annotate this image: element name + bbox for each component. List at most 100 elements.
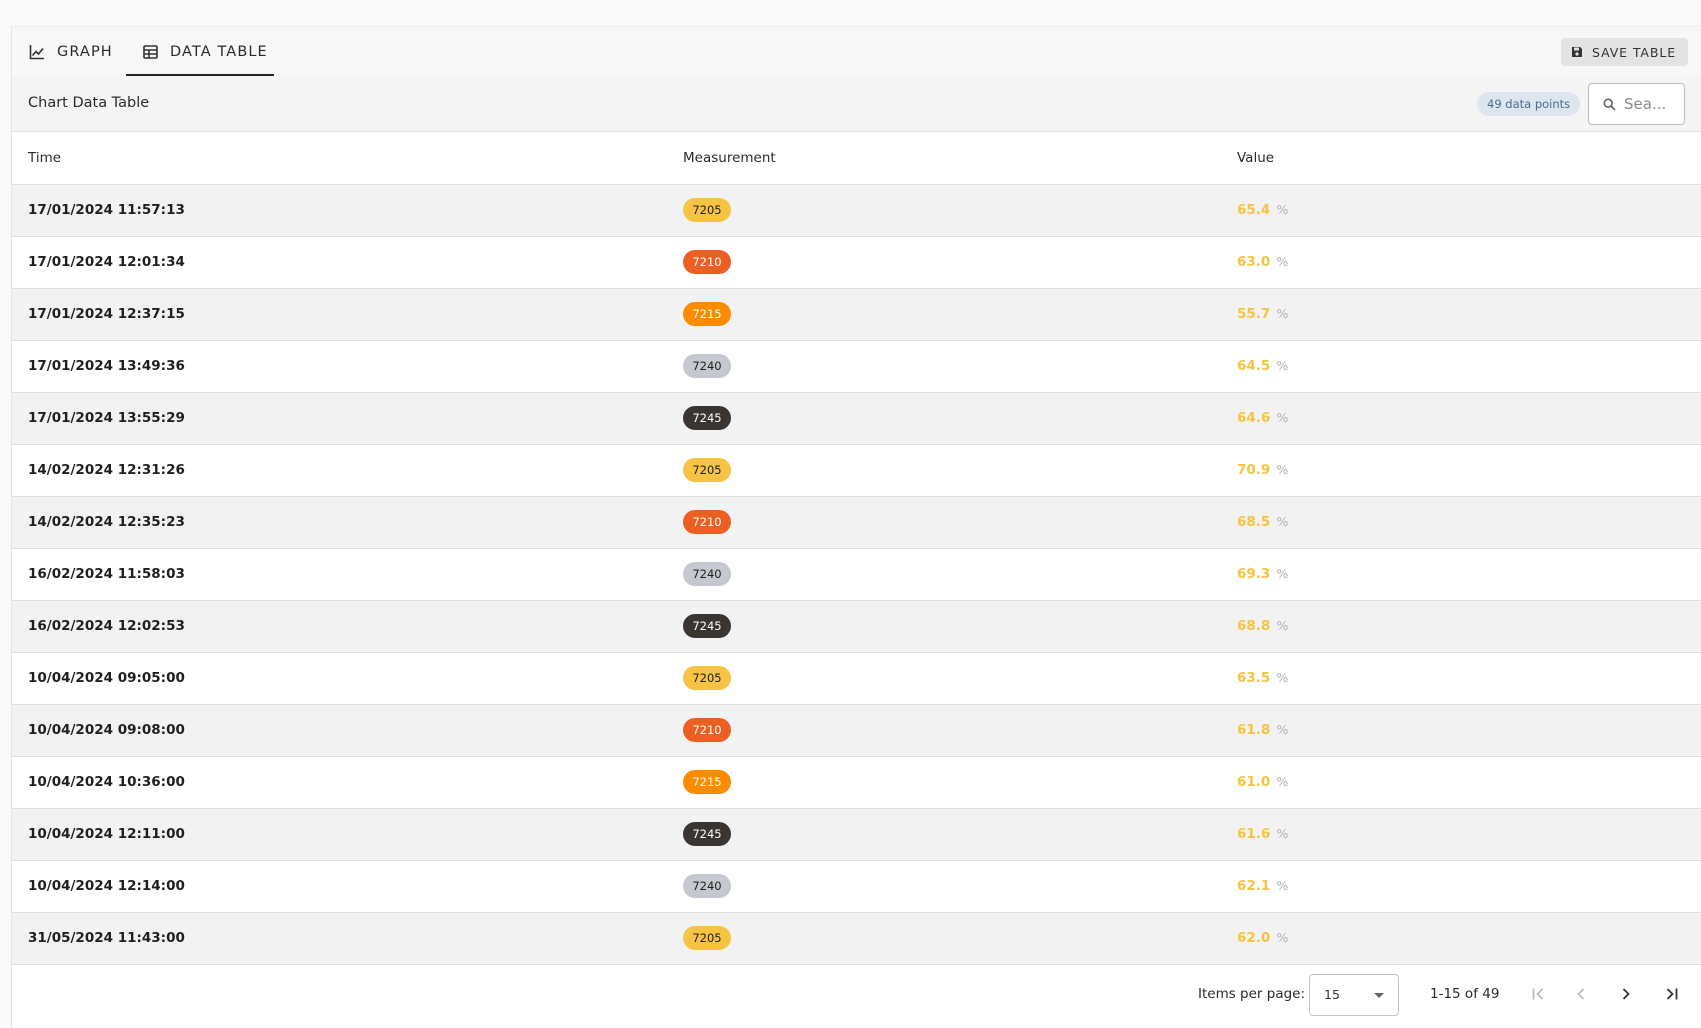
cell-value: 61.8% (1221, 704, 1701, 756)
cell-time: 14/02/2024 12:31:26 (28, 462, 185, 478)
column-header-value[interactable]: Value (1221, 132, 1701, 184)
chart-line-icon (29, 44, 44, 59)
value-number: 61.0 (1237, 774, 1271, 790)
table-row[interactable]: 17/01/2024 12:37:15 7215 55.7% (12, 288, 1701, 340)
cell-measurement: 7210 (667, 496, 1221, 548)
table-row[interactable]: 17/01/2024 12:01:34 7210 63.0% (12, 236, 1701, 288)
cell-value: 64.5% (1221, 340, 1701, 392)
measurement-chip: 7240 (683, 354, 731, 378)
value-number: 64.5 (1237, 358, 1271, 374)
cell-measurement: 7215 (667, 756, 1221, 808)
column-header-time[interactable]: Time (12, 132, 667, 184)
table-header-bar: Chart Data Table 49 data points (12, 76, 1701, 132)
measurement-chip: 7240 (683, 874, 731, 898)
cell-time: 10/04/2024 12:11:00 (28, 826, 185, 842)
table-row[interactable]: 17/01/2024 11:57:13 7205 65.4% (12, 184, 1701, 236)
dropdown-caret-icon (1374, 992, 1384, 998)
items-per-page-select[interactable]: 15 (1309, 973, 1399, 1016)
table-row[interactable]: 16/02/2024 11:58:03 7240 69.3% (12, 548, 1701, 600)
value-number: 61.6 (1237, 826, 1271, 842)
cell-measurement: 7245 (667, 600, 1221, 652)
value-unit: % (1276, 514, 1289, 529)
previous-page-button[interactable] (1569, 982, 1593, 1006)
value-number: 68.5 (1237, 514, 1271, 530)
next-page-icon (1622, 987, 1630, 1000)
table-row[interactable]: 17/01/2024 13:49:36 7240 64.5% (12, 340, 1701, 392)
cell-measurement: 7215 (667, 288, 1221, 340)
save-table-button[interactable]: SAVE TABLE (1561, 38, 1688, 66)
table-row[interactable]: 31/05/2024 11:43:00 7205 62.0% (12, 912, 1701, 964)
cell-time: 10/04/2024 10:36:00 (28, 774, 185, 790)
measurement-chip: 7205 (683, 926, 731, 950)
table-row[interactable]: 10/04/2024 10:36:00 7215 61.0% (12, 756, 1701, 808)
value-unit: % (1276, 566, 1289, 581)
table-row[interactable]: 10/04/2024 09:08:00 7210 61.8% (12, 704, 1701, 756)
tab-data-table[interactable]: DATA TABLE (126, 27, 274, 76)
cell-value: 61.0% (1221, 756, 1701, 808)
cell-value: 70.9% (1221, 444, 1701, 496)
data-points-badge: 49 data points (1477, 92, 1581, 116)
table-row[interactable]: 14/02/2024 12:35:23 7210 68.5% (12, 496, 1701, 548)
cell-value: 68.8% (1221, 600, 1701, 652)
first-page-button[interactable] (1527, 982, 1551, 1006)
value-number: 63.0 (1237, 254, 1271, 270)
cell-value: 62.1% (1221, 860, 1701, 912)
page-range-label: 1-15 of 49 (1430, 985, 1500, 1002)
prev-page-icon (1577, 987, 1585, 1000)
cell-time: 17/01/2024 11:57:13 (28, 202, 185, 218)
value-number: 64.6 (1237, 410, 1271, 426)
cell-value: 65.4% (1221, 184, 1701, 236)
next-page-button[interactable] (1614, 982, 1638, 1006)
cell-value: 64.6% (1221, 392, 1701, 444)
cell-value: 63.5% (1221, 652, 1701, 704)
tab-graph[interactable]: GRAPH (29, 27, 113, 76)
cell-time: 17/01/2024 13:49:36 (28, 358, 185, 374)
measurement-chip: 7205 (683, 666, 731, 690)
value-number: 69.3 (1237, 566, 1271, 582)
items-per-page-label: Items per page: (1198, 985, 1306, 1002)
table-icon (143, 44, 158, 59)
value-number: 55.7 (1237, 306, 1271, 322)
value-unit: % (1276, 462, 1289, 477)
table-header-row: Time Measurement Value (12, 132, 1701, 184)
measurement-chip: 7245 (683, 822, 731, 846)
value-number: 68.8 (1237, 618, 1271, 634)
table-title: Chart Data Table (28, 95, 150, 111)
cell-time: 14/02/2024 12:35:23 (28, 514, 185, 530)
cell-time: 16/02/2024 12:02:53 (28, 618, 185, 634)
value-unit: % (1276, 722, 1289, 737)
cell-time: 10/04/2024 09:05:00 (28, 670, 185, 686)
items-per-page-value: 15 (1324, 987, 1340, 1002)
cell-measurement: 7205 (667, 912, 1221, 964)
table-row[interactable]: 14/02/2024 12:31:26 7205 70.9% (12, 444, 1701, 496)
value-number: 62.0 (1237, 930, 1271, 946)
cell-measurement: 7240 (667, 340, 1221, 392)
cell-measurement: 7210 (667, 236, 1221, 288)
last-page-button[interactable] (1659, 982, 1683, 1006)
cell-measurement: 7245 (667, 808, 1221, 860)
table-row[interactable]: 10/04/2024 09:05:00 7205 63.5% (12, 652, 1701, 704)
cell-measurement: 7240 (667, 860, 1221, 912)
table-row[interactable]: 16/02/2024 12:02:53 7245 68.8% (12, 600, 1701, 652)
paginator: Items per page: 15 1-15 of 49 (12, 964, 1701, 1023)
measurement-chip: 7215 (683, 770, 731, 794)
data-table: Time Measurement Value 17/01/2024 11:57:… (12, 132, 1701, 965)
value-number: 61.8 (1237, 722, 1271, 738)
table-row[interactable]: 17/01/2024 13:55:29 7245 64.6% (12, 392, 1701, 444)
measurement-chip: 7210 (683, 510, 731, 534)
value-number: 63.5 (1237, 670, 1271, 686)
cell-measurement: 7205 (667, 444, 1221, 496)
column-header-measurement[interactable]: Measurement (667, 132, 1221, 184)
save-table-label: SAVE TABLE (1592, 44, 1676, 60)
search-field[interactable] (1588, 83, 1685, 125)
table-row[interactable]: 10/04/2024 12:11:00 7245 61.6% (12, 808, 1701, 860)
value-unit: % (1276, 826, 1289, 841)
table-row[interactable]: 10/04/2024 12:14:00 7240 62.1% (12, 860, 1701, 912)
cell-time: 31/05/2024 11:43:00 (28, 930, 185, 946)
cell-time: 16/02/2024 11:58:03 (28, 566, 185, 582)
search-input[interactable] (1624, 95, 1676, 113)
cell-measurement: 7205 (667, 184, 1221, 236)
last-page-icon (1666, 987, 1678, 1000)
measurement-chip: 7210 (683, 250, 731, 274)
value-unit: % (1276, 774, 1289, 789)
